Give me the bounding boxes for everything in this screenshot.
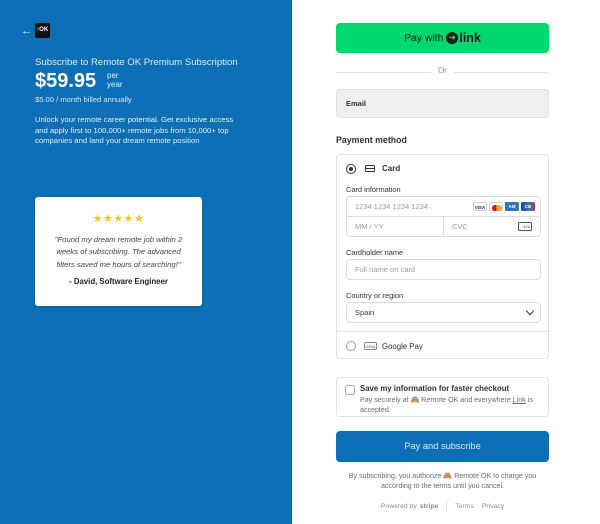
expiry-input[interactable]: MM / YY (355, 222, 384, 231)
cvc-input[interactable]: CVC (452, 222, 468, 231)
card-radio[interactable] (346, 164, 356, 174)
payment-option-divider (337, 331, 548, 332)
billing-breakdown: $5.00 / month billed annually (35, 95, 132, 104)
chevron-down-icon (525, 306, 535, 316)
or-text: Or (432, 66, 453, 75)
mastercard-icon (489, 202, 503, 211)
card-brands: VISA AM CB (473, 202, 535, 211)
visa-icon: VISA (473, 202, 487, 211)
or-divider: Or (336, 66, 549, 78)
save-info-box: Save my information for faster checkout … (336, 377, 549, 417)
link-arrow-icon: ➜ (446, 32, 459, 44)
footer: Powered by stripe Terms Privacy (336, 501, 549, 511)
terms-link[interactable]: Terms (455, 503, 474, 510)
or-label: Or (336, 66, 549, 75)
card-info-label: Card information (346, 185, 401, 194)
payment-method-box: Card Card information 1234 1234 1234 123… (336, 154, 549, 359)
google-pay-radio[interactable] (346, 341, 356, 351)
card-option-label[interactable]: Card (382, 164, 400, 173)
amex-icon: AM (505, 202, 519, 211)
pay-and-subscribe-button[interactable]: Pay and subscribe (336, 431, 549, 462)
google-pay-icon: GPay (364, 342, 377, 350)
cartes-bancaires-icon: CB (521, 202, 535, 211)
cardholder-label: Cardholder name (346, 248, 404, 257)
link-info-link[interactable]: Link (513, 396, 526, 404)
save-desc-prefix: Pay securely at 🙈 Remote OK and everywhe… (360, 396, 513, 404)
powered-by-label: Powered by (380, 502, 417, 510)
period-year: year (107, 80, 123, 89)
testimonial-card: ★★★★★ "Found my dream remote job within … (35, 197, 202, 306)
email-label: Email (346, 99, 367, 108)
product-name: Subscribe to Remote OK Premium Subscript… (35, 57, 238, 68)
pay-with-link-button[interactable]: Pay with ➜ link (336, 23, 549, 53)
card-info-divider-v (443, 217, 444, 237)
save-info-title[interactable]: Save my information for faster checkout (360, 384, 509, 393)
cardholder-name-input[interactable]: Full name on card (346, 259, 541, 280)
card-info-group: 1234 1234 1234 1234 VISA AM CB MM / YY C… (346, 196, 541, 237)
card-number-input[interactable]: 1234 1234 1234 1234 (355, 202, 428, 211)
save-info-description: Pay securely at 🙈 Remote OK and everywhe… (360, 396, 545, 415)
product-description: Unlock your remote career potential. Get… (35, 115, 234, 146)
pay-with-label: Pay with (404, 32, 444, 44)
period-per: per (107, 71, 119, 80)
stripe-logo[interactable]: stripe (420, 503, 439, 510)
save-info-checkbox[interactable] (345, 385, 355, 395)
testimonial-quote: "Found my dream remote job within 2 week… (54, 235, 183, 269)
payment-method-title: Payment method (336, 135, 407, 145)
price: $59.95 (35, 70, 97, 92)
country-label: Country or region (346, 291, 404, 300)
product-summary-panel: ← rOK Subscribe to Remote OK Premium Sub… (0, 0, 292, 524)
billing-period: per year (107, 71, 123, 89)
remote-ok-logo[interactable]: rOK (35, 23, 50, 38)
email-field[interactable]: Email (336, 89, 549, 118)
country-select[interactable]: Spain (346, 302, 541, 323)
cvc-card-icon: 123 (518, 222, 532, 231)
link-brand-label: link (459, 31, 481, 45)
credit-card-icon (365, 165, 375, 172)
footer-divider (446, 501, 448, 511)
star-rating-icon: ★★★★★ (92, 213, 145, 225)
cardholder-placeholder: Full name on card (355, 265, 416, 274)
privacy-link[interactable]: Privacy (482, 503, 504, 510)
testimonial-author: - David, Software Engineer (69, 277, 168, 286)
google-pay-label[interactable]: Google Pay (382, 342, 423, 351)
back-arrow-icon[interactable]: ← (21, 25, 32, 37)
country-value: Spain (355, 308, 375, 317)
subscription-terms: By subscribing, you authorize 🙈 Remote O… (348, 472, 537, 490)
